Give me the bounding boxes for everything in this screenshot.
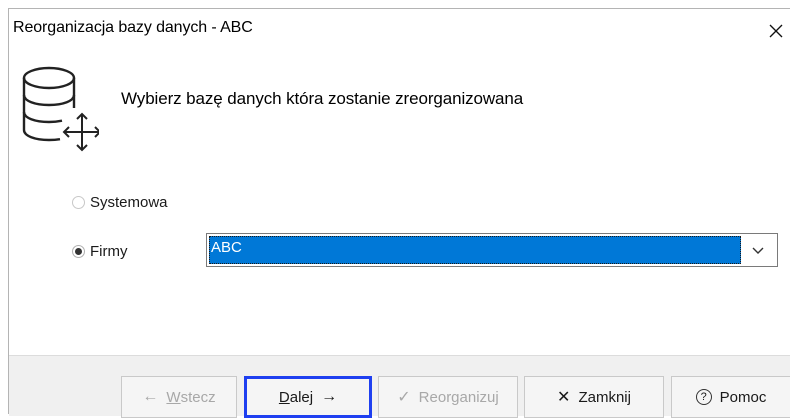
reorganize-button-label: Reorganizuj (418, 388, 499, 406)
back-button[interactable]: ← Wstecz (121, 376, 237, 418)
radio-button[interactable] (72, 196, 85, 209)
radio-label-firmy: Firmy (90, 243, 128, 260)
database-move-icon (22, 66, 99, 152)
help-button[interactable]: ? Pomoc (671, 376, 790, 418)
close-window-button[interactable] (756, 9, 790, 53)
help-icon: ? (695, 389, 712, 405)
button-bar: ← Wstecz Dalej → ✓ Reorganizuj ✕ Zamknij… (9, 355, 790, 418)
window-title: Reorganizacja bazy danych - ABC (13, 19, 253, 36)
chevron-down-icon[interactable] (745, 234, 771, 266)
reorganize-button[interactable]: ✓ Reorganizuj (378, 376, 518, 418)
next-button[interactable]: Dalej → (244, 376, 372, 418)
arrow-left-icon: ← (142, 388, 159, 405)
header-instruction: Wybierz bazę danych która zostanie zreor… (121, 89, 524, 108)
close-icon (769, 24, 783, 38)
title-bar: Reorganizacja bazy danych - ABC (9, 9, 790, 53)
back-button-label: Wstecz (166, 388, 216, 406)
database-select[interactable]: ABC (206, 233, 778, 267)
next-button-label: Dalej (278, 388, 314, 406)
arrow-right-icon: → (321, 388, 338, 405)
reorganize-dialog: Reorganizacja bazy danych - ABC Wybierz … (8, 8, 790, 418)
close-button[interactable]: ✕ Zamknij (524, 376, 664, 418)
selected-database: ABC (209, 236, 741, 264)
radio-firmy[interactable]: Firmy (72, 243, 128, 260)
close-icon: ✕ (557, 389, 571, 406)
checkmark-icon: ✓ (397, 389, 411, 406)
radio-label-systemowa: Systemowa (90, 194, 168, 211)
radio-button[interactable] (72, 245, 85, 258)
radio-systemowa[interactable]: Systemowa (72, 194, 168, 211)
close-button-label: Zamknij (578, 388, 631, 406)
help-button-label: Pomoc (719, 388, 767, 406)
